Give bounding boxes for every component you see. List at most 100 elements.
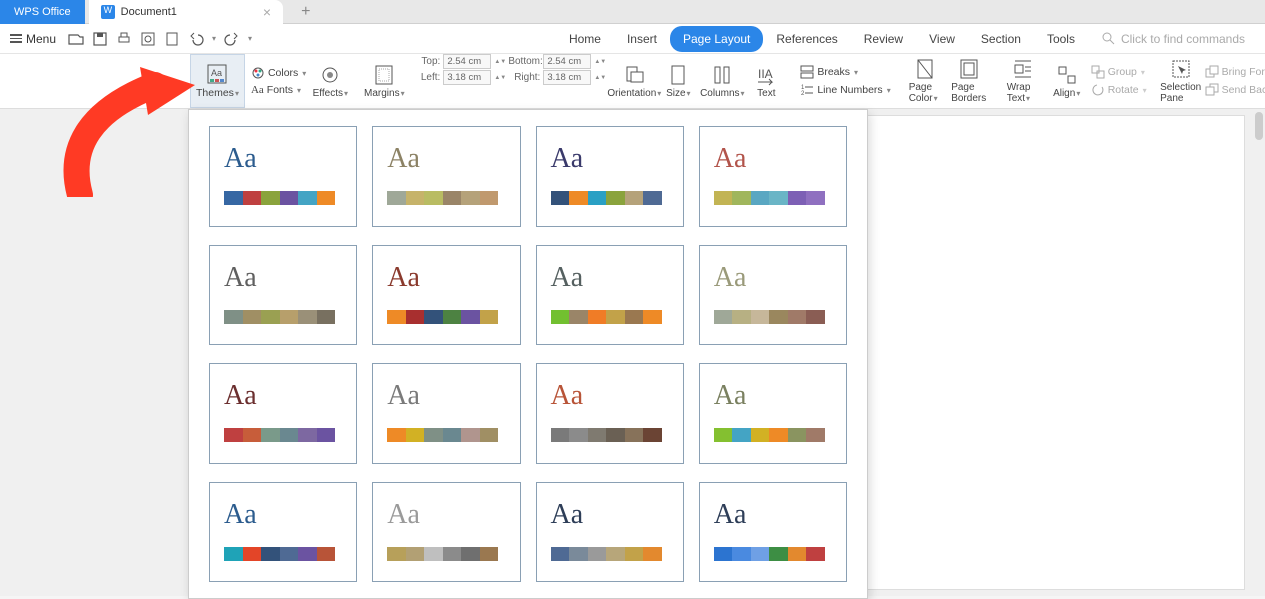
main-tabs: Home Insert Page Layout References Revie… [556, 26, 1265, 52]
theme-option-7[interactable]: Aa [536, 245, 684, 346]
orientation-button[interactable]: Orientation▾ [612, 54, 656, 108]
bring-forward-button[interactable]: Bring Forward▾ [1203, 64, 1265, 80]
doc-name: Document1 [121, 6, 177, 18]
margin-right-spinner[interactable]: ▲▼ [594, 75, 602, 81]
effects-icon [319, 64, 341, 86]
margin-left-input[interactable]: 3.18 cm [443, 70, 491, 85]
margin-top-input[interactable]: 2.54 cm [443, 54, 491, 69]
theme-font-sample: Aa [387, 501, 420, 529]
wrap-text-button[interactable]: Wrap Text▾ [1001, 54, 1045, 108]
undo-dropdown[interactable]: ▾ [212, 34, 216, 43]
theme-option-10[interactable]: Aa [372, 363, 520, 464]
theme-option-9[interactable]: Aa [209, 363, 357, 464]
redo-dropdown[interactable]: ▾ [248, 34, 252, 43]
tab-review[interactable]: Review [851, 26, 916, 52]
margin-right-input[interactable]: 3.18 cm [543, 70, 591, 85]
theme-option-11[interactable]: Aa [536, 363, 684, 464]
size-button[interactable]: Size▾ [656, 54, 700, 108]
command-search[interactable]: Click to find commands [1102, 32, 1245, 46]
text-direction-button[interactable]: IIA Text [744, 54, 788, 108]
title-bar: WPS Office Document1 × + [0, 0, 1265, 24]
tab-view[interactable]: View [916, 26, 968, 52]
theme-option-14[interactable]: Aa [372, 482, 520, 583]
page-color-button[interactable]: Page Color▾ [903, 54, 947, 108]
colors-icon [251, 66, 265, 80]
rotate-button[interactable]: Rotate▾ [1089, 82, 1149, 98]
search-placeholder: Click to find commands [1121, 32, 1245, 46]
theme-option-1[interactable]: Aa [209, 126, 357, 227]
redo-icon[interactable] [224, 31, 240, 47]
add-tab-button[interactable]: + [301, 3, 310, 21]
themes-button[interactable]: Aa Themes▾ [190, 54, 245, 108]
tab-insert[interactable]: Insert [614, 26, 670, 52]
theme-font-sample: Aa [224, 382, 257, 410]
paste-icon[interactable] [164, 31, 180, 47]
theme-option-5[interactable]: Aa [209, 245, 357, 346]
theme-option-13[interactable]: Aa [209, 482, 357, 583]
theme-option-8[interactable]: Aa [699, 245, 847, 346]
open-icon[interactable] [68, 31, 84, 47]
margins-button[interactable]: Margins▾ [362, 54, 406, 108]
theme-option-15[interactable]: Aa [536, 482, 684, 583]
group-button[interactable]: Group▾ [1089, 64, 1149, 80]
vertical-scrollbar[interactable] [1255, 112, 1263, 592]
theme-color-swatches [224, 547, 335, 561]
app-tab[interactable]: WPS Office [0, 0, 85, 24]
align-button[interactable]: Align▾ [1045, 54, 1089, 108]
svg-text:2: 2 [801, 91, 805, 97]
margin-left-spinner[interactable]: ▲▼ [494, 75, 502, 81]
theme-font-sample: Aa [551, 501, 584, 529]
theme-option-16[interactable]: Aa [699, 482, 847, 583]
theme-option-4[interactable]: Aa [699, 126, 847, 227]
margin-top-spinner[interactable]: ▲▼ [494, 59, 502, 65]
print-icon[interactable] [116, 31, 132, 47]
breaks-icon [800, 65, 814, 79]
margin-right-label: Right: [508, 72, 540, 83]
svg-text:IIA: IIA [758, 67, 773, 81]
theme-font-sample: Aa [387, 145, 420, 173]
columns-button[interactable]: Columns▾ [700, 54, 744, 108]
bring-forward-icon [1205, 65, 1219, 79]
document-page[interactable] [860, 115, 1245, 590]
theme-option-12[interactable]: Aa [699, 363, 847, 464]
fonts-icon: Aa [251, 84, 264, 96]
line-numbers-button[interactable]: 12Line Numbers▾ [798, 82, 892, 98]
theme-option-6[interactable]: Aa [372, 245, 520, 346]
save-icon[interactable] [92, 31, 108, 47]
rotate-icon [1091, 83, 1105, 97]
tab-references[interactable]: References [763, 26, 850, 52]
theme-color-swatches [387, 310, 498, 324]
themes-label: Themes▾ [196, 87, 239, 99]
align-icon [1056, 64, 1078, 86]
breaks-button[interactable]: Breaks▾ [798, 64, 892, 80]
tab-home[interactable]: Home [556, 26, 614, 52]
theme-option-3[interactable]: Aa [536, 126, 684, 227]
hamburger-icon[interactable] [10, 34, 22, 43]
colors-button[interactable]: Colors▾ [249, 65, 308, 81]
document-tab[interactable]: Document1 × [89, 0, 283, 24]
theme-font-sample: Aa [387, 264, 420, 292]
effects-button[interactable]: Effects▾ [308, 54, 352, 108]
group-icon [1091, 65, 1105, 79]
fonts-button[interactable]: AaFonts▾ [249, 83, 308, 97]
theme-font-sample: Aa [224, 264, 257, 292]
close-icon[interactable]: × [263, 4, 271, 20]
theme-font-sample: Aa [551, 382, 584, 410]
selection-pane-icon [1170, 58, 1192, 80]
scroll-thumb[interactable] [1255, 112, 1263, 140]
send-backward-button[interactable]: Send Backward▾ [1203, 82, 1265, 98]
tab-page-layout[interactable]: Page Layout [670, 26, 763, 52]
margin-bottom-spinner[interactable]: ▲▼ [594, 59, 602, 65]
menu-button[interactable]: Menu [26, 32, 56, 46]
margin-bottom-input[interactable]: 2.54 cm [543, 54, 591, 69]
tab-section[interactable]: Section [968, 26, 1034, 52]
send-backward-icon [1205, 83, 1219, 97]
undo-icon[interactable] [188, 31, 204, 47]
theme-option-2[interactable]: Aa [372, 126, 520, 227]
page-borders-button[interactable]: Page Borders [947, 54, 991, 108]
theme-font-sample: Aa [387, 382, 420, 410]
print-preview-icon[interactable] [140, 31, 156, 47]
tab-tools[interactable]: Tools [1034, 26, 1088, 52]
selection-pane-button[interactable]: Selection Pane [1159, 54, 1203, 108]
theme-color-swatches [387, 191, 498, 205]
